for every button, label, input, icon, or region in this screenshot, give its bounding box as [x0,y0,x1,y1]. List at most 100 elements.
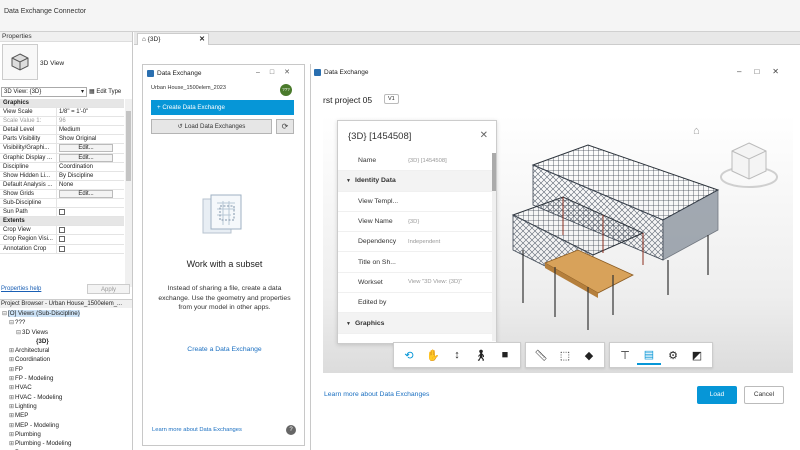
settings-icon[interactable]: ⚙ [661,345,685,365]
edit-button[interactable]: Edit... [59,189,113,198]
tree-item[interactable]: ⊞FP - Modeling [0,374,132,383]
minimize-icon[interactable]: – [256,69,270,76]
property-row[interactable]: Sub-Discipline [0,199,124,209]
property-row[interactable]: Crop View [0,226,124,236]
property-value[interactable]: Edit... [57,144,124,153]
tree-item[interactable]: ⊞Lighting [0,402,132,411]
avatar[interactable]: ??? [280,84,292,96]
3d-viewport[interactable]: ⌂ {3D} [1454508] ✕ Name {3D} [1454508] ▼ Id… [323,115,793,373]
load-button[interactable]: Load [697,386,737,404]
property-row[interactable]: Show Hidden Li... By Discipline [0,171,124,181]
tree-item[interactable]: ⊞Plumbing [0,430,132,439]
tree-item[interactable]: ⊞MEP [0,411,132,420]
property-value[interactable]: Medium [57,126,124,134]
refresh-button[interactable]: ⟳ [276,119,294,134]
tree-item[interactable]: ⊟[O] Views (Sub-Discipline) [0,309,132,318]
property-value[interactable] [57,226,124,234]
property-value[interactable]: Coordination [57,163,124,171]
walk-icon[interactable]: 🚶︎ [469,345,493,365]
property-row[interactable]: Parts Visibility Show Original [0,135,124,145]
tree-item[interactable]: ⊟3D Views [0,328,132,337]
maximize-icon[interactable]: □ [754,67,772,76]
property-value[interactable]: By Discipline [57,172,124,180]
section-icon[interactable]: ⬚ [553,345,577,365]
help-icon[interactable]: ? [286,425,296,435]
property-row[interactable]: Show Grids Edit... [0,189,124,200]
create-data-exchange-button[interactable]: + Create Data Exchange [151,100,294,115]
property-value[interactable] [57,208,124,216]
tree-item[interactable]: ⊟??? [0,318,132,327]
measure-icon[interactable]: 📏︎ [529,345,553,365]
tree-item[interactable]: ⊞MEP - Modeling [0,421,132,430]
property-section[interactable]: ▼ Graphics [338,313,494,334]
version-badge[interactable]: V1 [384,94,399,104]
orbit-icon[interactable]: ⟲ [397,345,421,365]
checkbox[interactable] [59,236,65,243]
property-value[interactable] [57,245,124,253]
create-data-exchange-link[interactable]: Create a Data Exchange [143,346,306,353]
checkbox[interactable] [59,209,65,216]
property-row[interactable]: Scale Value 1: 96 [0,117,124,127]
scroll-thumb[interactable] [126,111,131,181]
camera-icon[interactable]: ■ [493,345,517,365]
property-value[interactable] [57,235,124,243]
edit-button[interactable]: Edit... [59,153,113,162]
explode-icon[interactable]: ◆ [577,345,601,365]
property-section[interactable]: Extents [0,217,124,227]
type-selector-thumbnail[interactable] [2,44,38,80]
property-section[interactable]: Graphics [0,99,124,109]
property-row[interactable]: Annotation Crop [0,244,124,254]
property-value[interactable]: Show Original [57,135,124,143]
building-model[interactable] [493,135,733,335]
tree-item[interactable]: {3D} [0,337,132,346]
property-row[interactable]: Graphic Display ... Edit... [0,153,124,163]
property-section[interactable]: ▼ Identity Data [338,171,494,192]
edit-button[interactable]: Edit... [59,144,113,153]
property-row[interactable]: Default Analysis ... None [0,180,124,190]
close-icon[interactable]: ✕ [199,34,205,45]
property-row[interactable]: Discipline Coordination [0,162,124,172]
minimize-icon[interactable]: – [737,67,754,76]
scroll-thumb[interactable] [492,153,496,191]
checkbox[interactable] [59,227,65,234]
close-icon[interactable]: ✕ [480,130,488,141]
close-icon[interactable]: ✕ [772,67,792,76]
property-value[interactable]: Edit... [57,153,124,162]
properties-scrollbar[interactable] [125,99,132,287]
tree-item[interactable]: ⊞Architectural [0,346,132,355]
tab-3d-view[interactable]: ⌂ {3D} ✕ [137,33,209,45]
property-value[interactable] [57,199,124,207]
pan-icon[interactable]: ✋ [421,345,445,365]
zoom-icon[interactable]: ↕ [445,345,469,365]
property-row[interactable]: Sun Path [0,208,124,218]
learn-more-link[interactable]: Learn more about Data Exchanges [152,427,242,433]
property-value[interactable]: 1/8" = 1'-0" [57,108,124,116]
property-row[interactable]: Visibility/Graphi... Edit... [0,144,124,154]
home-icon[interactable]: ⌂ [693,125,700,137]
tree-item[interactable]: ⊞HVAC [0,383,132,392]
property-value[interactable]: None [57,181,124,189]
property-value[interactable]: 96 [57,117,124,125]
apply-button[interactable]: Apply [87,284,130,294]
property-value[interactable]: Edit... [57,189,124,198]
cancel-button[interactable]: Cancel [744,386,784,404]
checkbox[interactable] [59,245,65,252]
viewcube-icon[interactable] [718,135,780,197]
maximize-icon[interactable]: □ [270,69,284,76]
close-icon[interactable]: ✕ [284,69,300,76]
fullscreen-icon[interactable]: ◩ [685,345,709,365]
property-row[interactable]: Detail Level Medium [0,126,124,136]
tree-item[interactable]: ⊞Coordination [0,355,132,364]
collapse-icon[interactable]: ▼ [346,321,351,327]
collapse-icon[interactable]: ▼ [346,178,351,184]
load-data-exchanges-button[interactable]: ↺ Load Data Exchanges [151,119,272,134]
edit-type-button[interactable]: ▦ Edit Type [89,87,131,97]
learn-more-link[interactable]: Learn more about Data Exchanges [324,391,429,398]
properties-help-link[interactable]: Properties help [1,286,41,292]
properties-icon[interactable]: ▤ [637,345,661,365]
view-instance-select[interactable]: 3D View: {3D} ▾ [1,87,87,97]
tree-item[interactable]: ⊞FP [0,365,132,374]
property-row[interactable]: View Scale 1/8" = 1'-0" [0,108,124,118]
tree-item[interactable]: ⊞HVAC - Modeling [0,393,132,402]
tree-item[interactable]: ⊞Plumbing - Modeling [0,439,132,448]
